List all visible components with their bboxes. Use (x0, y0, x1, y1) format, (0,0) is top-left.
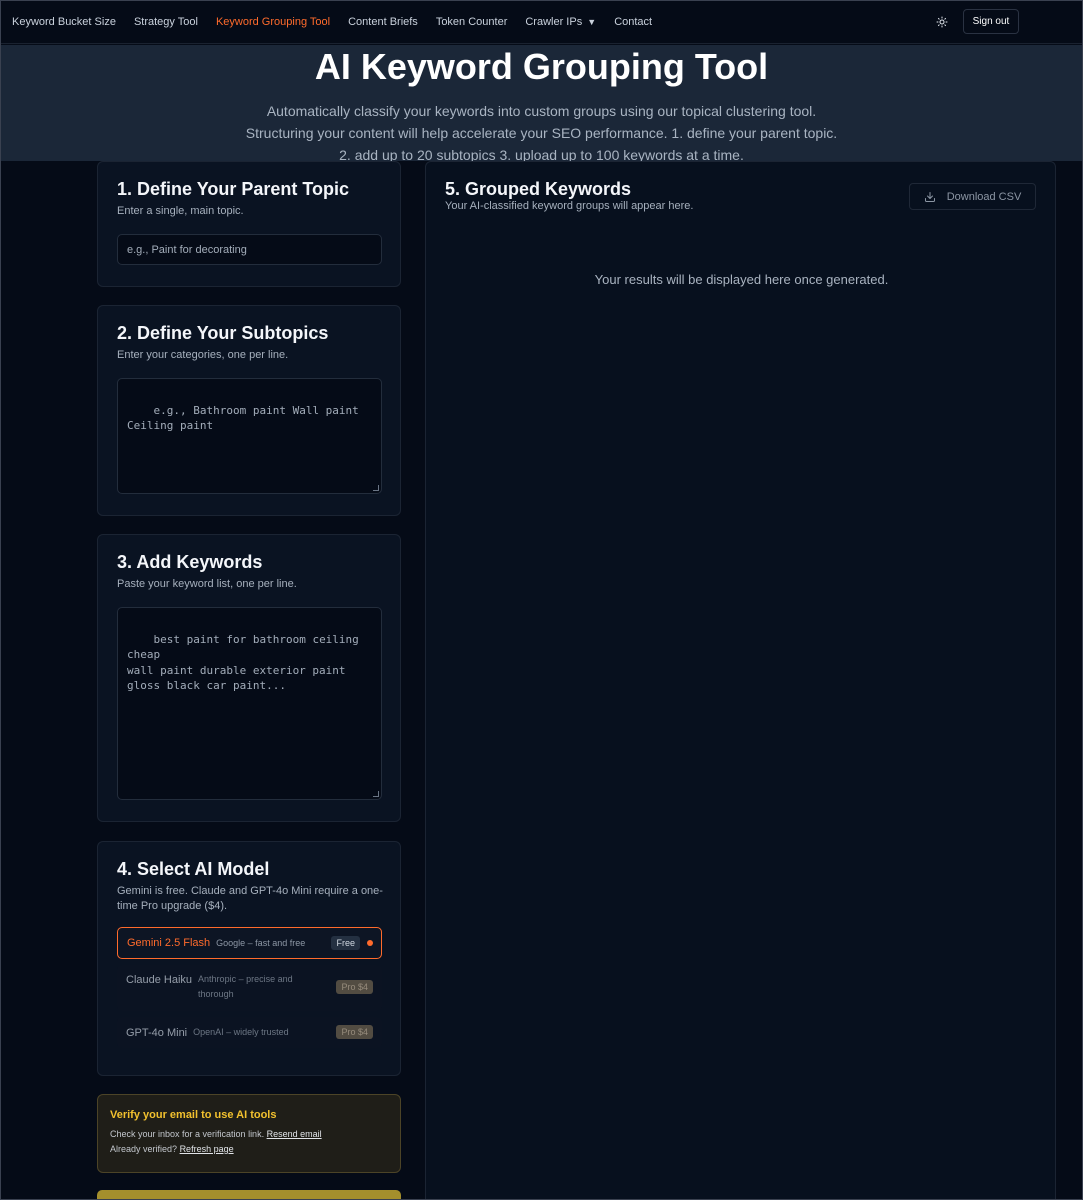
card-title: 1. Define Your Parent Topic (117, 179, 350, 199)
pro-badge: Pro $4 (336, 980, 373, 994)
page-title: AI Keyword Grouping Tool (314, 46, 769, 87)
alert-message: Already verified? Refresh page (110, 1144, 388, 1154)
resend-email-link[interactable]: Resend email (267, 1129, 322, 1139)
model-option-gpt4o-mini[interactable]: GPT-4o Mini OpenAI – widely trusted Pro … (117, 1017, 382, 1048)
keywords-card: 3. Add Keywords Paste your keyword list,… (97, 534, 401, 822)
card-subtitle: Paste your keyword list, one per line. (117, 578, 297, 590)
top-navbar: Keyword Bucket Size Strategy Tool Keywor… (0, 0, 1083, 44)
parent-topic-input[interactable]: e.g., Paint for decorating (117, 234, 382, 265)
card-title: 4. Select AI Model (117, 859, 270, 879)
nav-dropdown-label: Crawler IPs (525, 15, 583, 28)
card-title: 3. Add Keywords (117, 552, 263, 572)
model-option-gemini[interactable]: Gemini 2.5 Flash Google – fast and free … (117, 927, 382, 959)
resize-handle-icon[interactable] (373, 485, 379, 491)
parent-topic-card: 1. Define Your Parent Topic Enter a sing… (97, 161, 401, 287)
subtopics-card: 2. Define Your Subtopics Enter your cate… (97, 305, 401, 516)
resize-handle-icon[interactable] (373, 791, 379, 797)
alert-text: Check your inbox for a verification link… (110, 1129, 265, 1139)
theme-toggle-button[interactable] (934, 14, 950, 30)
model-name: Gemini 2.5 Flash (127, 937, 211, 949)
alert-text: Already verified? (110, 1144, 178, 1154)
card-subtitle: Gemini is free. Claude and GPT-4o Mini r… (117, 885, 383, 912)
subtopics-textarea[interactable]: e.g., Bathroom paint Wall paint Ceiling … (117, 378, 382, 494)
textarea-placeholder: e.g., Bathroom paint Wall paint Ceiling … (127, 403, 359, 433)
keywords-textarea[interactable]: best paint for bathroom ceiling cheap wa… (117, 607, 382, 800)
model-description: OpenAI – widely trusted (193, 1027, 289, 1037)
ai-model-card: 4. Select AI Model Gemini is free. Claud… (97, 841, 401, 1076)
card-title: 2. Define Your Subtopics (117, 323, 329, 343)
model-option-claude[interactable]: Claude Haiku Anthropic – precise and tho… (117, 965, 382, 1011)
model-description: Google – fast and free (216, 937, 306, 948)
page-description: Automatically classify your keywords int… (245, 103, 838, 163)
download-label: Download CSV (946, 190, 1022, 203)
nav-link-token-counter[interactable]: Token Counter (436, 16, 508, 28)
results-panel: 5. Grouped Keywords Your AI-classified k… (425, 161, 1056, 1200)
model-name: Claude Haiku (126, 974, 193, 986)
sign-out-button[interactable]: Sign out (963, 9, 1019, 34)
verify-email-alert: Verify your email to use AI tools Check … (97, 1094, 401, 1173)
generate-button[interactable] (97, 1190, 401, 1200)
nav-link-content-briefs[interactable]: Content Briefs (348, 16, 418, 28)
nav-links: Keyword Bucket Size Strategy Tool Keywor… (12, 16, 670, 28)
model-list: Gemini 2.5 Flash Google – fast and free … (117, 927, 382, 1048)
selected-indicator-icon (367, 940, 373, 946)
refresh-page-link[interactable]: Refresh page (180, 1144, 234, 1154)
card-subtitle: Enter a single, main topic. (117, 205, 244, 217)
free-badge: Free (331, 936, 360, 950)
textarea-placeholder: best paint for bathroom ceiling cheap wa… (127, 632, 359, 693)
download-icon (924, 191, 935, 202)
alert-message: Check your inbox for a verification link… (110, 1129, 388, 1139)
model-name: GPT-4o Mini (126, 1026, 188, 1039)
card-subtitle: Enter your categories, one per line. (117, 349, 289, 361)
nav-link-contact[interactable]: Contact (614, 16, 652, 28)
nav-link-strategy-tool[interactable]: Strategy Tool (134, 16, 198, 28)
pro-badge: Pro $4 (336, 1025, 373, 1039)
nav-link-keyword-grouping-tool[interactable]: Keyword Grouping Tool (216, 16, 330, 28)
sun-icon (936, 16, 948, 28)
results-subtitle: Your AI-classified keyword groups will a… (445, 200, 694, 212)
nav-link-keyword-bucket-size[interactable]: Keyword Bucket Size (12, 16, 116, 28)
nav-dropdown-crawler-ips[interactable]: Crawler IPs ▼ (525, 16, 596, 28)
download-csv-button[interactable]: Download CSV (909, 183, 1036, 210)
results-placeholder: Your results will be displayed here once… (594, 272, 889, 287)
results-title: 5. Grouped Keywords (445, 179, 632, 199)
model-description: Anthropic – precise and thorough (198, 974, 293, 999)
hero-section: AI Keyword Grouping Tool Automatically c… (0, 45, 1083, 163)
alert-title: Verify your email to use AI tools (110, 1109, 277, 1121)
chevron-down-icon: ▼ (587, 16, 597, 27)
